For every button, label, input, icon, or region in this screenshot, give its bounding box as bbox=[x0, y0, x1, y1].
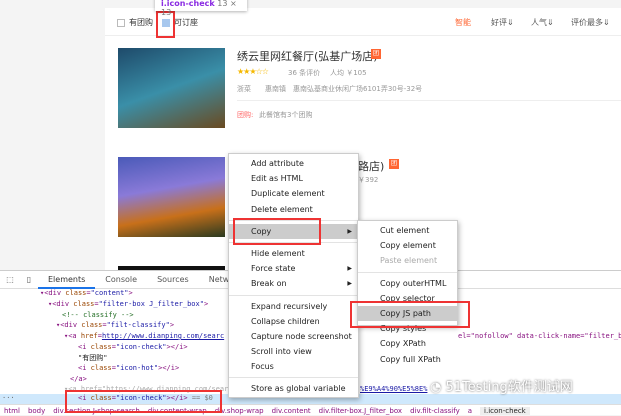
shop-image[interactable] bbox=[118, 48, 225, 128]
breadcrumb-item[interactable]: div.content bbox=[272, 407, 311, 415]
cuisine[interactable]: 浙菜 bbox=[237, 84, 251, 94]
address: 惠南弘基商业休闲广场6101弄30号-32号 bbox=[293, 85, 423, 93]
tab-sources[interactable]: Sources bbox=[147, 271, 199, 289]
menu-item-delete[interactable]: Delete element bbox=[229, 202, 358, 217]
dom-node[interactable]: ▾<a href=http://www.dianping.com/searc bbox=[64, 332, 224, 340]
dom-node[interactable]: <i class="icon-hot"></i> bbox=[78, 364, 179, 372]
menu-item-copy-element[interactable]: Copy element bbox=[358, 238, 457, 253]
context-menu: Add attribute Edit as HTML Duplicate ele… bbox=[228, 153, 359, 398]
submenu-arrow-icon: ▶ bbox=[347, 280, 352, 288]
breadcrumb-item[interactable]: i.icon-check bbox=[480, 406, 530, 415]
highlight-box bbox=[233, 218, 321, 245]
deal-label: 团购: bbox=[237, 111, 254, 119]
menu-item-force-state[interactable]: Force state ▶ bbox=[229, 261, 358, 276]
element-tooltip: i.icon-check 13 × 13 bbox=[155, 0, 247, 17]
menu-item-hide[interactable]: Hide element bbox=[229, 246, 358, 261]
menu-item-focus[interactable]: Focus bbox=[229, 359, 358, 374]
sort-rating[interactable]: 好评⇓ bbox=[491, 17, 514, 28]
shop-image[interactable] bbox=[118, 157, 225, 237]
dom-node[interactable]: <i class="icon-check"></i> bbox=[78, 343, 188, 351]
breadcrumb-item[interactable]: body bbox=[28, 407, 45, 415]
breadcrumb-item[interactable]: div.filter-box.J_filter_box bbox=[319, 407, 402, 415]
menu-item-paste-element: Paste element bbox=[380, 256, 438, 266]
shop-name[interactable]: 绣云里网红餐厅(弘基广场店) bbox=[237, 48, 378, 64]
dom-node[interactable]: ▾<div class="content"> bbox=[40, 289, 133, 297]
area[interactable]: 惠南镇 bbox=[265, 84, 286, 94]
tab-console[interactable]: Console bbox=[95, 271, 147, 289]
review-count[interactable]: 36 条评价 bbox=[288, 68, 320, 78]
menu-item-edit-html[interactable]: Edit as HTML bbox=[229, 171, 358, 186]
menu-item-store-global[interactable]: Store as global variable bbox=[229, 381, 358, 396]
tab-elements[interactable]: Elements bbox=[38, 271, 96, 289]
menu-item-expand[interactable]: Expand recursively bbox=[229, 299, 358, 314]
dom-node[interactable]: ▾<div class="filt-classify"> bbox=[56, 321, 174, 329]
menu-item-collapse[interactable]: Collapse children bbox=[229, 314, 358, 329]
highlight-box bbox=[65, 390, 222, 413]
menu-item-copy-xpath[interactable]: Copy XPath bbox=[358, 336, 457, 351]
breadcrumb-item[interactable]: a bbox=[468, 407, 472, 415]
menu-item-scroll-into-view[interactable]: Scroll into view bbox=[229, 344, 358, 359]
sort-most-reviews[interactable]: 评价最多⇓ bbox=[571, 17, 610, 28]
avg-price: 人均 ￥105 bbox=[330, 69, 367, 77]
menu-separator bbox=[229, 294, 358, 296]
watermark: ◔ 51Testing软件测试网 bbox=[430, 380, 573, 395]
shop-name[interactable]: 路店) bbox=[358, 158, 384, 174]
breadcrumb-item[interactable]: div.filt-classify bbox=[410, 407, 460, 415]
inspect-icon[interactable]: ⬚ bbox=[0, 275, 20, 284]
device-toolbar-icon[interactable]: ▯ bbox=[20, 275, 38, 284]
menu-item-capture-screenshot[interactable]: Capture node screenshot bbox=[229, 329, 358, 344]
menu-item-copy-full-xpath[interactable]: Copy full XPath bbox=[358, 352, 457, 367]
avg-price: ￥392 bbox=[358, 176, 379, 184]
dom-comment[interactable]: <!-- classify --> bbox=[62, 311, 134, 319]
group-buy-badge: 团 bbox=[371, 49, 381, 59]
menu-item-duplicate[interactable]: Duplicate element bbox=[229, 186, 358, 201]
star-rating: ★★★☆☆ bbox=[237, 67, 269, 76]
group-buy-badge: 团 bbox=[389, 159, 399, 169]
dom-text-node[interactable]: "有团购" bbox=[78, 353, 107, 363]
menu-item-cut-element[interactable]: Cut element bbox=[358, 223, 457, 238]
dom-node[interactable]: ▾<div class="filter-box J_filter_box"> bbox=[48, 300, 208, 308]
breadcrumb-item[interactable]: div.shop-wrap bbox=[215, 407, 264, 415]
submenu-arrow-icon: ▶ bbox=[347, 265, 352, 273]
menu-item-copy-outerhtml[interactable]: Copy outerHTML bbox=[358, 276, 457, 291]
menu-separator bbox=[358, 271, 457, 273]
divider bbox=[237, 100, 621, 101]
highlight-box bbox=[350, 301, 470, 328]
menu-separator bbox=[229, 377, 358, 379]
deal-text[interactable]: 此餐馆有3个团购 bbox=[259, 110, 312, 120]
menu-item-add-attribute[interactable]: Add attribute bbox=[229, 156, 358, 171]
submenu-arrow-icon: ▶ bbox=[347, 227, 352, 235]
dom-node[interactable]: </a> bbox=[70, 375, 87, 383]
checkbox-icon bbox=[117, 18, 125, 27]
filter-group-buy[interactable]: 有团购 bbox=[117, 17, 153, 28]
dom-attrs[interactable]: %E9%A4%90%E5%8E% bbox=[360, 385, 427, 393]
dom-attrs[interactable]: el="nofollow" data-click-name="filter_b bbox=[458, 332, 621, 340]
menu-item-break-on[interactable]: Break on ▶ bbox=[229, 276, 358, 291]
filter-bar: 有团购 可订座 智能 好评⇓ 人气⇓ 评价最多⇓ bbox=[105, 8, 621, 36]
breadcrumb-item[interactable]: html bbox=[4, 407, 20, 415]
sort-popularity[interactable]: 人气⇓ bbox=[531, 17, 554, 28]
wechat-icon: ◔ bbox=[430, 380, 446, 395]
sort-smart[interactable]: 智能 bbox=[455, 17, 471, 28]
